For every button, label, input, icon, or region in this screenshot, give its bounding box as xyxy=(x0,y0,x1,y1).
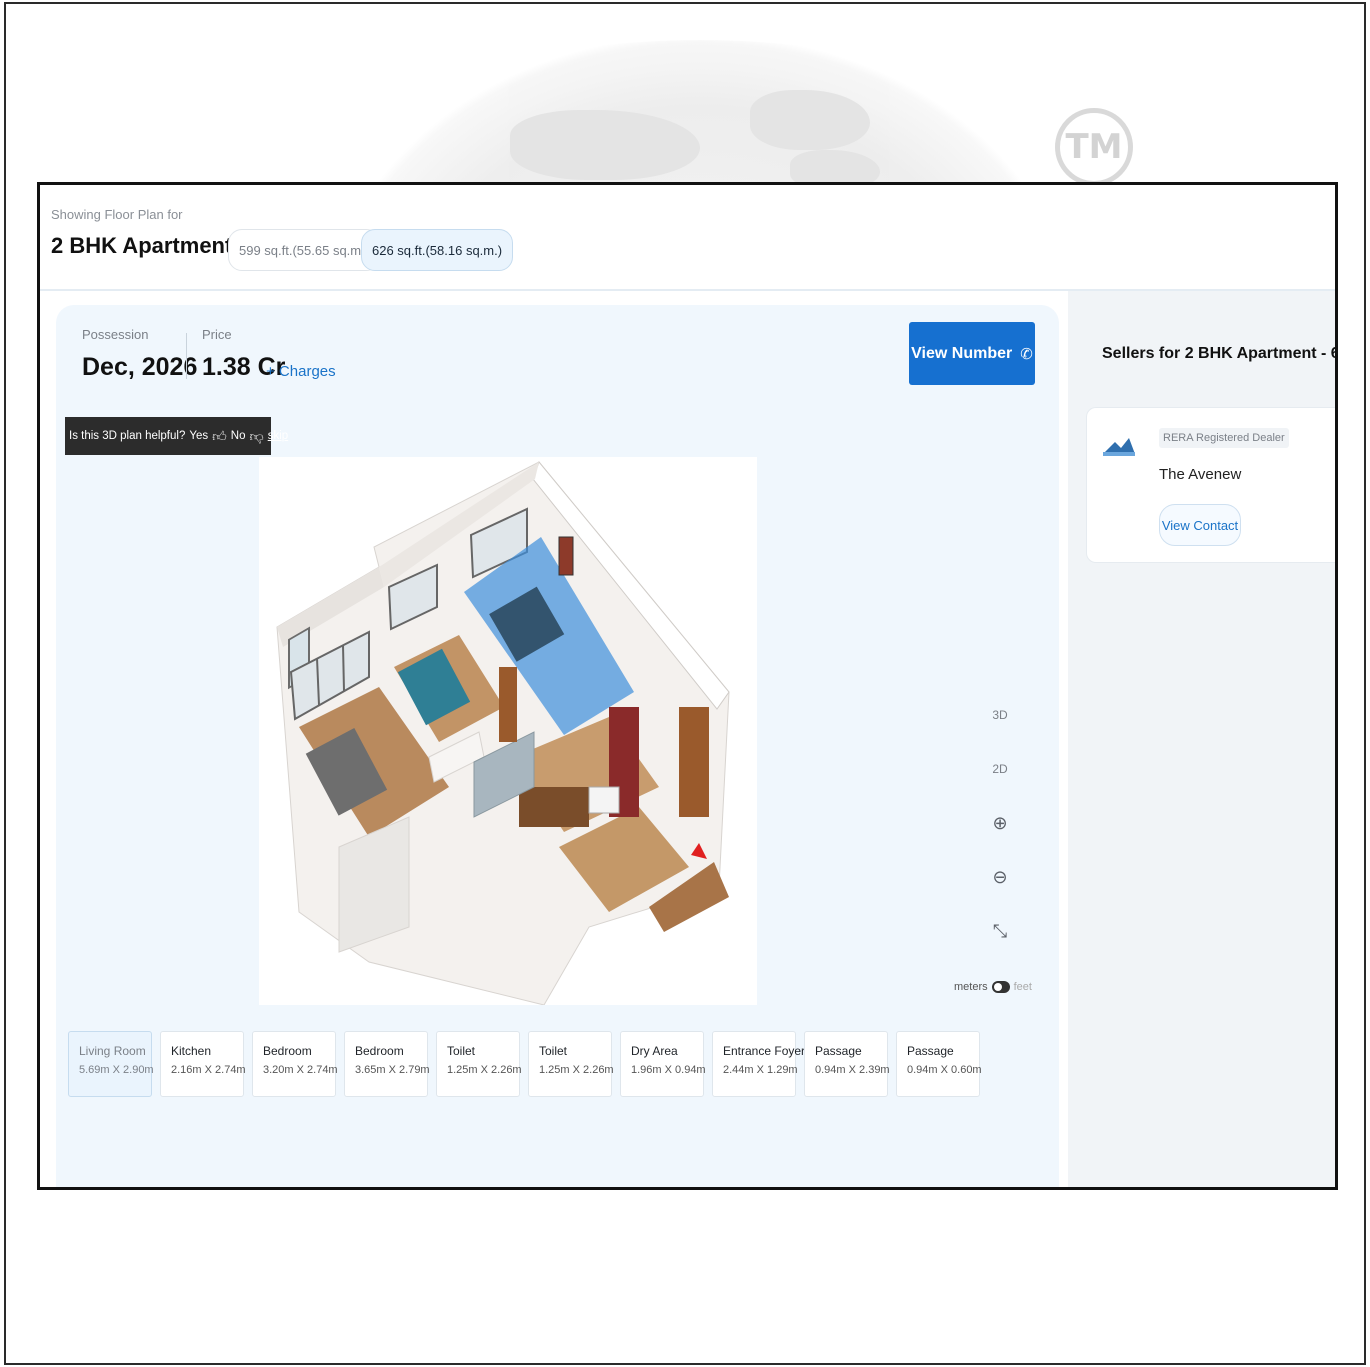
room-name: Toilet xyxy=(447,1044,476,1058)
view-number-label: View Number xyxy=(911,344,1013,362)
size-option-626[interactable]: 626 sq.ft.(58.16 sq.m.) xyxy=(361,229,514,271)
rera-badge: RERA Registered Dealer xyxy=(1159,428,1289,448)
floor-plan-header: Showing Floor Plan for 2 BHK Apartment 5… xyxy=(40,185,1335,291)
viewer-controls: 3D 2D ⊕ ⊖ ⤡ xyxy=(985,705,1015,975)
sellers-title: Sellers for 2 BHK Apartment - 626 sq.ft. xyxy=(1102,345,1335,362)
room-dimensions: 0.94m X 2.39m xyxy=(815,1064,890,1076)
room-dimensions: 1.25m X 2.26m xyxy=(447,1064,522,1076)
room-dimensions: 1.96m X 0.94m xyxy=(631,1064,706,1076)
view-number-button[interactable]: View Number ✆ xyxy=(909,322,1035,385)
room-name: Passage xyxy=(907,1044,954,1058)
phone-icon: ✆ xyxy=(1020,345,1033,363)
room-card-entrance-foyer[interactable]: Entrance Foyer 2.44m X 1.29m xyxy=(712,1031,806,1097)
expand-icon[interactable]: ⤡ xyxy=(985,921,1015,941)
view-3d-toggle[interactable]: 3D xyxy=(985,705,1015,725)
seller-name: The Avenew xyxy=(1159,466,1242,483)
view-2d-toggle[interactable]: 2D xyxy=(985,759,1015,779)
zoom-out-icon[interactable]: ⊖ xyxy=(985,867,1015,887)
room-name: Bedroom xyxy=(355,1044,404,1058)
units-feet-label: feet xyxy=(1013,981,1032,993)
config-dropdown[interactable]: 2 BHK Apartment xyxy=(51,233,255,259)
possession-label: Possession xyxy=(82,327,149,342)
size-option-599[interactable]: 599 sq.ft.(55.65 sq.m.) xyxy=(228,229,381,271)
room-name: Dry Area xyxy=(631,1044,678,1058)
room-card-living-room[interactable]: Living Room 5.69m X 2.90m xyxy=(68,1031,154,1097)
config-title: 2 BHK Apartment xyxy=(51,233,233,258)
room-dimensions: 3.20m X 2.74m xyxy=(263,1064,338,1076)
feedback-no-label: No xyxy=(230,430,246,442)
room-name: Kitchen xyxy=(171,1044,212,1058)
room-name: Entrance Foyer xyxy=(723,1044,806,1058)
divider xyxy=(186,333,187,379)
showing-label: Showing Floor Plan for xyxy=(51,207,183,222)
zoom-in-icon[interactable]: ⊕ xyxy=(985,813,1015,833)
room-name: Bedroom xyxy=(263,1044,312,1058)
room-card-dry-area[interactable]: Dry Area 1.96m X 0.94m xyxy=(620,1031,706,1097)
units-switch[interactable] xyxy=(991,981,1010,993)
feedback-skip-link[interactable]: skip xyxy=(268,430,288,442)
view-contact-button[interactable]: View Contact xyxy=(1159,504,1241,546)
room-name: Passage xyxy=(815,1044,862,1058)
possession-value: Dec, 2026 xyxy=(82,353,198,381)
room-card-bedroom-1[interactable]: Bedroom 3.20m X 2.74m xyxy=(252,1031,338,1097)
floor-plan-render xyxy=(276,461,730,1006)
room-card-toilet-2[interactable]: Toilet 1.25m X 2.26m xyxy=(528,1031,614,1097)
room-dimensions: 0.94m X 0.60m xyxy=(907,1064,982,1076)
seller-logo-icon xyxy=(1103,438,1135,456)
room-dimensions: 2.44m X 1.29m xyxy=(723,1064,798,1076)
room-dimensions: 1.25m X 2.26m xyxy=(539,1064,614,1076)
floor-plan-screenshot: Showing Floor Plan for 2 BHK Apartment 5… xyxy=(37,182,1338,1190)
seller-card: RERA Registered Dealer The Avenew View C… xyxy=(1086,407,1335,563)
units-toggle[interactable]: meters feet xyxy=(954,981,1032,993)
plan-feedback-bar: Is this 3D plan helpful? Yes 👍︎ No 👎︎ sk… xyxy=(65,417,288,455)
room-card-kitchen[interactable]: Kitchen 2.16m X 2.74m xyxy=(160,1031,246,1097)
room-name: Toilet xyxy=(539,1044,568,1058)
price-label: Price xyxy=(202,327,232,342)
3d-floor-plan-image[interactable] xyxy=(259,457,757,1006)
room-dimensions: 3.65m X 2.79m xyxy=(355,1064,430,1076)
room-card-bedroom-2[interactable]: Bedroom 3.65m X 2.79m xyxy=(344,1031,430,1097)
room-dimensions: 5.69m X 2.90m xyxy=(79,1064,154,1076)
feedback-question: Is this 3D plan helpful? xyxy=(69,430,186,442)
feedback-yes-label: Yes xyxy=(189,430,209,442)
room-dimensions: 2.16m X 2.74m xyxy=(171,1064,246,1076)
room-card-passage-1[interactable]: Passage 0.94m X 2.39m xyxy=(804,1031,890,1097)
units-meters-label: meters xyxy=(954,981,988,993)
room-name: Living Room xyxy=(79,1044,146,1058)
room-card-passage-2[interactable]: Passage 0.94m X 0.60m xyxy=(896,1031,982,1097)
trademark-watermark: TM xyxy=(1055,108,1133,186)
charges-link[interactable]: + Charges xyxy=(266,363,336,380)
room-list: Living Room 5.69m X 2.90m Kitchen 2.16m … xyxy=(68,1031,982,1097)
room-card-toilet-1[interactable]: Toilet 1.25m X 2.26m xyxy=(436,1031,522,1097)
thumbs-up-icon[interactable]: 👍︎ xyxy=(212,428,227,445)
thumbs-down-icon[interactable]: 👎︎ xyxy=(249,428,263,445)
